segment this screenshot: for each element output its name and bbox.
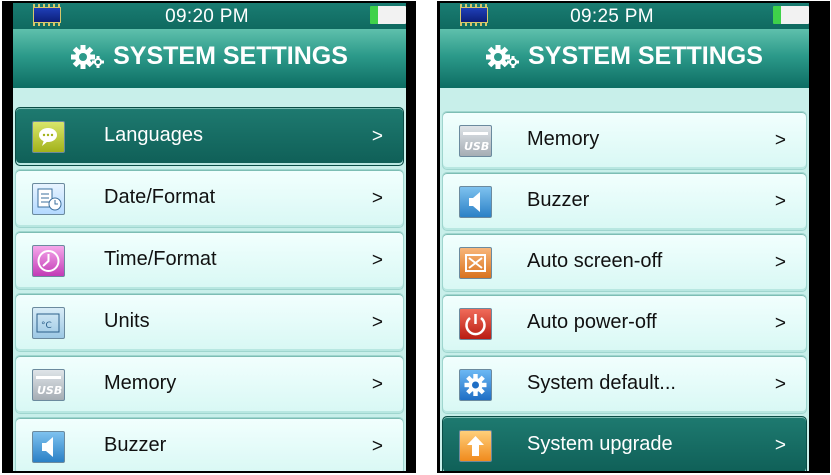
svg-text:°C: °C <box>41 321 52 331</box>
chevron-right-icon: > <box>371 312 383 333</box>
menu-item-label: Date/Format <box>104 186 216 208</box>
usb-icon: USB <box>32 369 65 401</box>
status-bar: 09:25 PM <box>440 3 809 29</box>
speaker-icon <box>459 186 492 218</box>
menu-item-system-default[interactable]: System default... > <box>442 355 807 414</box>
menu-item-buzzer[interactable]: Buzzer > <box>442 172 807 231</box>
clock-icon <box>32 245 65 277</box>
battery-icon <box>773 6 809 24</box>
status-time: 09:25 PM <box>570 6 654 27</box>
right-device-screenshot: 09:25 PM SYSTEM SETTINGS USB Memory > Bu… <box>437 1 830 473</box>
menu-item-label: Auto power-off <box>527 311 657 333</box>
gear-icon <box>71 43 105 71</box>
menu-item-label: System default... <box>527 372 676 394</box>
chevron-right-icon: > <box>774 191 786 212</box>
menu-item-memory[interactable]: USB Memory > <box>15 355 404 414</box>
device-screen: 09:25 PM SYSTEM SETTINGS USB Memory > Bu… <box>440 3 809 471</box>
power-icon <box>459 308 492 340</box>
device-screen: 09:20 PM SYSTEM SETTINGS Languages > Dat… <box>13 3 406 471</box>
menu-item-label: System upgrade <box>527 433 673 455</box>
chevron-right-icon: > <box>371 188 383 209</box>
menu-item-label: Languages <box>104 124 203 146</box>
usb-icon: USB <box>459 125 492 157</box>
menu-item-memory[interactable]: USB Memory > <box>442 111 807 170</box>
status-bar: 09:20 PM <box>13 3 406 29</box>
screen-off-icon <box>459 247 492 279</box>
title-bar: SYSTEM SETTINGS <box>440 29 809 88</box>
menu-item-date-format[interactable]: Date/Format > <box>15 169 404 228</box>
menu-item-system-upgrade[interactable]: System upgrade > <box>442 416 807 471</box>
menu-item-units[interactable]: °C Units > <box>15 293 404 352</box>
units-icon: °C <box>32 307 65 339</box>
chevron-right-icon: > <box>371 436 383 457</box>
left-device-screenshot: 09:20 PM SYSTEM SETTINGS Languages > Dat… <box>2 1 416 473</box>
menu-item-label: Memory <box>104 372 177 394</box>
chevron-right-icon: > <box>774 130 786 151</box>
svg-text:USB: USB <box>37 384 62 397</box>
menu-item-label: Buzzer <box>527 189 590 211</box>
chip-icon <box>33 4 61 26</box>
page-title: SYSTEM SETTINGS <box>113 42 348 70</box>
status-time: 09:20 PM <box>165 6 249 27</box>
menu-item-auto-screen-off[interactable]: Auto screen-off > <box>442 233 807 292</box>
chevron-right-icon: > <box>371 374 383 395</box>
menu-item-label: Time/Format <box>104 248 217 270</box>
gear-icon <box>486 43 520 71</box>
menu-item-auto-power-off[interactable]: Auto power-off > <box>442 294 807 353</box>
menu-item-label: Auto screen-off <box>527 250 663 272</box>
chevron-right-icon: > <box>774 252 786 273</box>
chevron-right-icon: > <box>774 435 786 456</box>
speaker-icon <box>32 431 65 463</box>
battery-icon <box>370 6 406 24</box>
calendar-icon <box>32 183 65 215</box>
chevron-right-icon: > <box>371 250 383 271</box>
menu-item-label: Buzzer <box>104 434 167 456</box>
menu-item-time-format[interactable]: Time/Format > <box>15 231 404 290</box>
menu-item-label: Units <box>104 310 150 332</box>
chip-icon <box>460 4 488 26</box>
chevron-right-icon: > <box>774 313 786 334</box>
chevron-right-icon: > <box>371 126 383 147</box>
menu-item-languages[interactable]: Languages > <box>15 107 404 166</box>
menu-item-buzzer[interactable]: Buzzer > <box>15 417 404 471</box>
menu-item-label: Memory <box>527 128 600 150</box>
svg-text:USB: USB <box>464 140 489 153</box>
speech-bubble-icon <box>32 121 65 153</box>
settings-icon <box>459 369 492 401</box>
title-bar: SYSTEM SETTINGS <box>13 29 406 88</box>
upload-arrow-icon <box>459 430 492 462</box>
page-title: SYSTEM SETTINGS <box>528 42 763 70</box>
chevron-right-icon: > <box>774 374 786 395</box>
